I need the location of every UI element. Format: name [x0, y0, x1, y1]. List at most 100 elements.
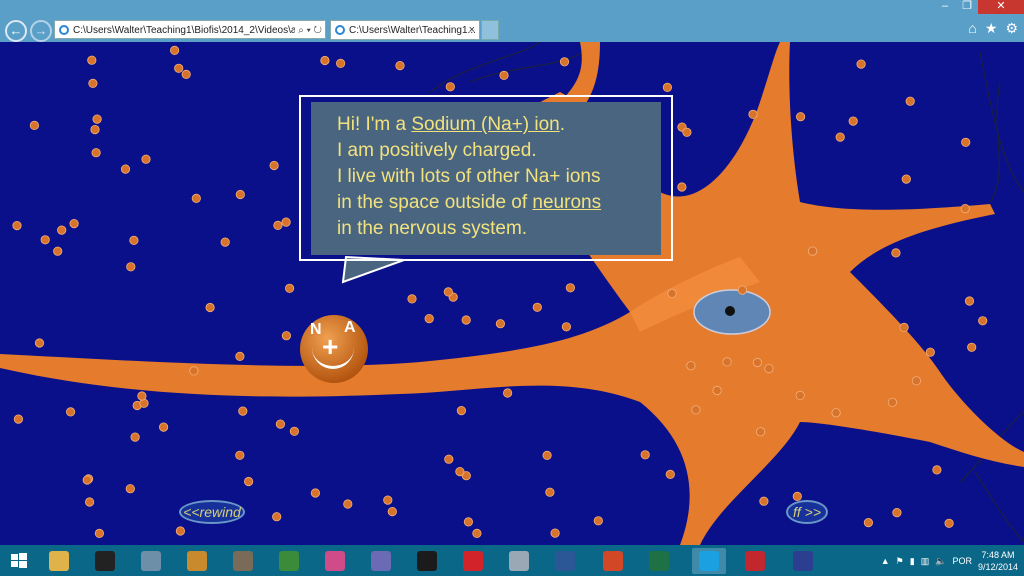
sodium-particle — [387, 506, 397, 517]
new-tab-button[interactable] — [481, 20, 499, 40]
taskbar-item[interactable] — [226, 548, 260, 574]
clock[interactable]: 7:48 AM 9/12/2014 — [978, 549, 1018, 573]
sodium-particle — [764, 363, 774, 374]
fast-forward-button[interactable]: ff >> — [786, 500, 828, 524]
taskbar-item[interactable] — [364, 548, 398, 574]
sodium-particle — [57, 225, 67, 235]
flag-icon[interactable]: ⚑ — [896, 556, 904, 567]
sodium-ion-link[interactable]: Sodium (Na+) ion — [411, 114, 559, 135]
sodium-particle — [29, 120, 40, 131]
sodium-particle — [343, 499, 353, 509]
sodium-particle — [40, 235, 50, 245]
paint-icon — [187, 551, 207, 571]
sodium-particle — [752, 357, 763, 368]
taskbar-item[interactable] — [410, 548, 444, 574]
sodium-particle — [891, 248, 901, 258]
sodium-particle — [905, 96, 915, 106]
sodium-particle — [682, 127, 692, 137]
rewind-button[interactable]: <<rewind — [179, 500, 245, 524]
sodium-particle — [310, 488, 320, 498]
sodium-particle — [88, 78, 98, 89]
acrobat-icon — [463, 551, 483, 571]
sodium-particle — [69, 219, 79, 229]
sodium-particle — [443, 287, 453, 297]
flash-icon — [509, 551, 529, 571]
sodium-particle — [235, 351, 245, 361]
sodium-particle — [887, 397, 898, 407]
nucleolus — [725, 306, 735, 316]
sodium-particle — [205, 302, 215, 313]
network-icon[interactable]: ▥ — [921, 556, 930, 567]
forward-arrow-icon[interactable]: → — [30, 20, 52, 42]
bubble-line-4-prefix: in the space outside of — [337, 192, 533, 213]
sodium-particle — [892, 507, 902, 518]
sodium-particle — [755, 427, 766, 437]
sodium-particle — [383, 495, 393, 505]
taskbar-item[interactable] — [272, 548, 306, 574]
sodium-particle — [94, 528, 105, 538]
sodium-particle — [901, 174, 911, 184]
restore-button[interactable]: ❐ — [956, 0, 978, 14]
gear-icon[interactable]: ⚙ — [1005, 20, 1018, 37]
taskbar-item[interactable] — [548, 548, 582, 574]
sodium-particle — [395, 61, 405, 71]
calculator-icon — [141, 551, 161, 571]
sodium-particle — [90, 125, 100, 135]
sodium-particle — [795, 390, 805, 400]
sodium-particle — [85, 497, 95, 507]
taskbar-item[interactable] — [134, 548, 168, 574]
home-icon[interactable]: ⌂ — [968, 20, 976, 37]
gimp-icon — [233, 551, 253, 571]
sodium-particle — [235, 189, 245, 200]
sodium-particle — [831, 408, 841, 418]
language-indicator[interactable]: POR — [952, 556, 972, 566]
taskbar-item[interactable] — [596, 548, 630, 574]
sodium-particle — [407, 294, 417, 304]
star-icon[interactable]: ★ — [985, 20, 998, 37]
address-bar[interactable]: C:\Users\Walter\Teaching1\Biofis\2014_2\… — [54, 20, 326, 39]
sodium-particle — [722, 357, 732, 367]
taskbar-item[interactable] — [180, 548, 214, 574]
sodium-particle — [662, 82, 673, 93]
back-arrow-icon[interactable]: ← — [5, 20, 27, 42]
taskbar-item[interactable] — [2, 548, 36, 574]
sodium-particle — [244, 476, 254, 487]
taskbar-item[interactable] — [692, 548, 726, 574]
volume-icon[interactable]: 🔈 — [935, 556, 946, 567]
bubble-line-3: I live with lots of other Na+ ions — [337, 166, 601, 187]
sodium-particle — [712, 385, 722, 396]
sodium-particle — [126, 262, 136, 272]
taskbar-item[interactable] — [738, 548, 772, 574]
sodium-particle — [120, 164, 131, 174]
battery-icon[interactable]: ▮ — [910, 556, 915, 567]
tray-expand-icon[interactable]: ▲ — [881, 556, 890, 566]
sodium-particle — [12, 221, 22, 231]
sodium-particle — [932, 465, 942, 475]
address-tools[interactable]: ⌕ ▾ ↻ — [295, 21, 322, 38]
tab-current[interactable]: C:\Users\Walter\Teaching1... × — [330, 20, 480, 40]
sodium-particle — [899, 322, 909, 332]
sodium-particle — [320, 55, 330, 66]
sodium-ion-character[interactable]: N A + — [300, 315, 368, 383]
sodium-particle — [174, 63, 184, 73]
taskbar-item[interactable] — [786, 548, 820, 574]
neurons-link[interactable]: neurons — [532, 192, 601, 213]
close-tab-icon[interactable]: × — [469, 21, 475, 40]
sodium-particle — [281, 217, 291, 227]
minimize-button[interactable]: – — [934, 0, 956, 14]
taskbar-item[interactable] — [318, 548, 352, 574]
tab-title: C:\Users\Walter\Teaching1... — [349, 25, 476, 36]
sodium-particle — [289, 426, 299, 436]
powerpoint-icon — [603, 551, 623, 571]
taskbar-item[interactable] — [42, 548, 76, 574]
taskbar-item[interactable] — [456, 548, 490, 574]
taskbar-item[interactable] — [642, 548, 676, 574]
kaspersky-icon — [745, 551, 765, 571]
close-button[interactable]: ✕ — [978, 0, 1024, 14]
browser-chrome: – ❐ ✕ ← → C:\Users\Walter\Teaching1\Biof… — [0, 0, 1024, 42]
sodium-particle — [220, 237, 230, 247]
sodium-particle — [911, 376, 922, 386]
sodium-particle — [238, 406, 248, 416]
taskbar-item[interactable] — [502, 548, 536, 574]
taskbar-item[interactable] — [88, 548, 122, 574]
